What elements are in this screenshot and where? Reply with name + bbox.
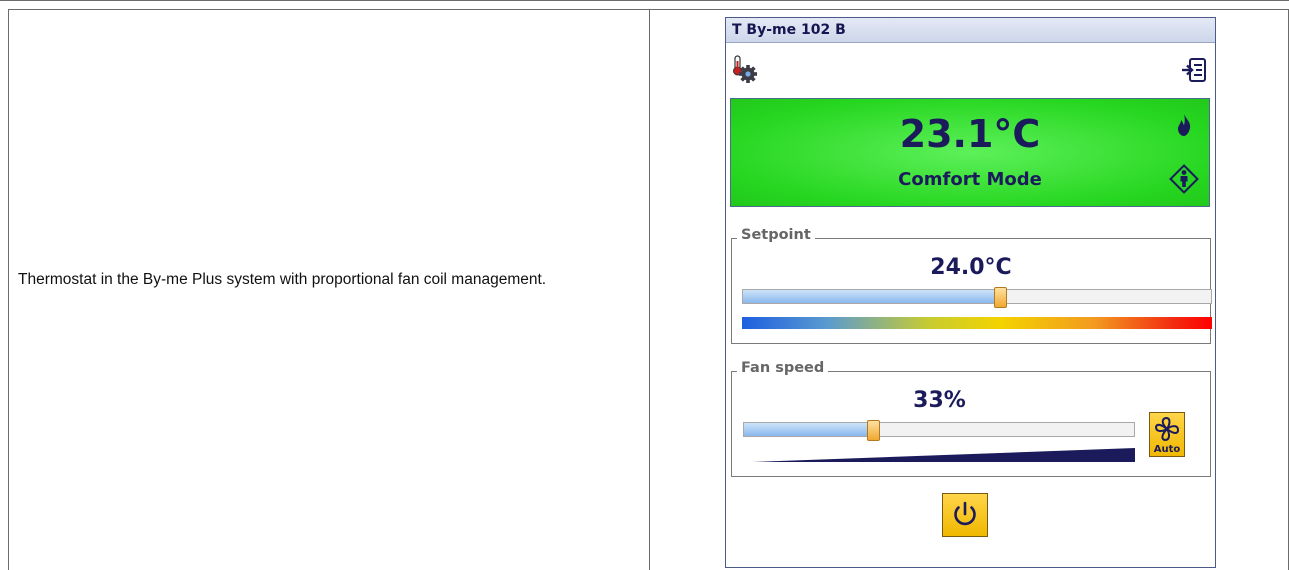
panel-title: T By-me 102 B (726, 18, 1215, 43)
setpoint-legend: Setpoint (737, 227, 815, 243)
fan-speed-ramp (752, 447, 1135, 463)
auto-label: Auto (1153, 444, 1181, 455)
fan-speed-legend: Fan speed (737, 360, 829, 376)
thermometer-gear-icon[interactable] (730, 53, 770, 87)
description-text: Thermostat in the By-me Plus system with… (18, 271, 547, 288)
fan-speed-slider-thumb[interactable] (866, 420, 880, 441)
setpoint-group: Setpoint 24.0°C (731, 227, 1212, 344)
current-temperature: 23.1°C (899, 112, 1041, 156)
flame-icon (1175, 113, 1193, 137)
comfort-mode-icon (1169, 164, 1199, 194)
fan-icon (1154, 416, 1180, 442)
fan-auto-button[interactable]: Auto (1149, 412, 1185, 457)
power-icon (954, 501, 976, 526)
setpoint-value: 24.0°C (930, 255, 1012, 280)
setpoint-slider-thumb[interactable] (994, 287, 1008, 308)
table-column-divider (649, 9, 650, 570)
setpoint-slider[interactable] (742, 287, 1212, 308)
temperature-gradient-bar (742, 317, 1212, 329)
fan-speed-value: 33% (913, 388, 966, 413)
fan-speed-slider[interactable] (743, 420, 1135, 441)
fan-speed-group: Fan speed 33% Auto (731, 360, 1211, 477)
status-display: 23.1°C Comfort Mode (730, 98, 1210, 207)
table-left-border (8, 9, 9, 570)
fan-speed-slider-fill (744, 423, 873, 436)
power-button[interactable] (942, 493, 988, 537)
mode-label: Comfort Mode (898, 169, 1042, 190)
setpoint-slider-fill (743, 290, 1001, 303)
thermostat-panel: T By-me 102 B 23.1°C Comfort Mode Setpoi… (725, 17, 1216, 568)
export-list-icon[interactable] (1181, 56, 1209, 84)
